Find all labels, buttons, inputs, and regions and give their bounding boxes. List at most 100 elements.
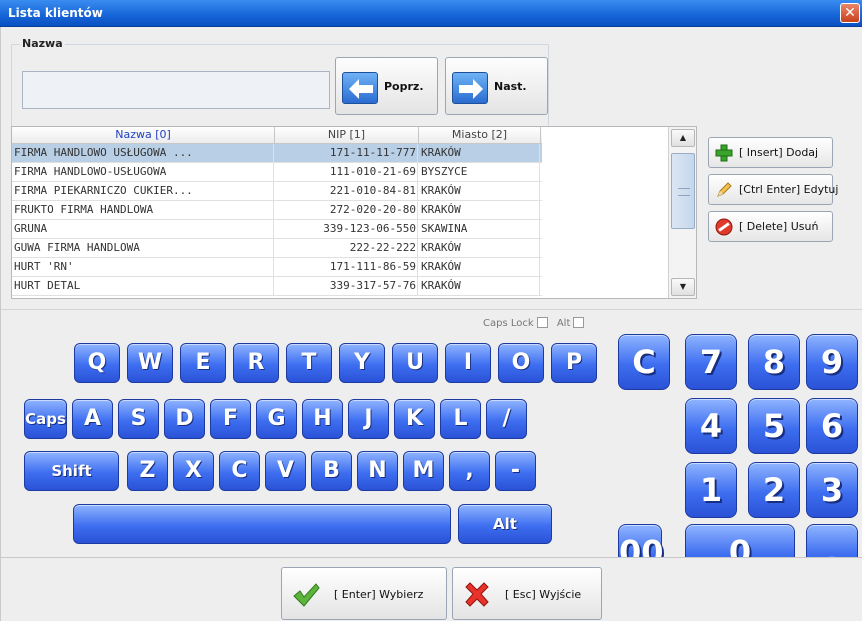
caps-lock-checkbox[interactable]: [536, 317, 548, 328]
select-button[interactable]: [ Enter] Wybierz: [281, 567, 447, 620]
onscreen-keyboard: Caps Lock Alt Q W E R T Y U I O P Caps A S D F G H J K L / Sh…: [1, 309, 862, 580]
key-alt[interactable]: Alt: [458, 504, 552, 544]
table-scrollbar[interactable]: ▲ ▼: [668, 127, 696, 298]
table-body: FIRMA HANDLOWO USŁUGOWA ... 171-11-11-777…: [12, 144, 542, 300]
city-cell: SKAWINA: [420, 220, 540, 239]
key-space[interactable]: [73, 504, 451, 544]
client-name-cell: FIRMA PIEKARNICZO CUKIER...: [14, 182, 274, 201]
numpad-key-3[interactable]: 3: [806, 462, 858, 518]
key-e[interactable]: E: [180, 343, 226, 383]
table-row[interactable]: FRUKTO FIRMA HANDLOWA 272-020-20-80 KRAKÓW: [12, 201, 542, 220]
arrow-left-icon: [342, 72, 378, 104]
scroll-thumb[interactable]: [671, 153, 695, 229]
numpad-key-7[interactable]: 7: [685, 334, 737, 390]
key-u[interactable]: U: [392, 343, 438, 383]
prev-label: Poprz.: [384, 80, 424, 93]
scroll-up-icon[interactable]: ▲: [671, 129, 695, 147]
col-header-city[interactable]: Miasto [2]: [419, 127, 541, 144]
client-list-window: Nazwa Poprz. Nast. Nazwa [0] NIP [1] Mia…: [0, 27, 862, 621]
table-row[interactable]: GRUNA 339-123-06-550 SKAWINA: [12, 220, 542, 239]
key-i[interactable]: I: [445, 343, 491, 383]
client-name-cell: HURT DETAL: [14, 277, 274, 296]
key-slash[interactable]: /: [486, 399, 527, 439]
alt-label: Alt: [556, 318, 571, 329]
key-j[interactable]: J: [348, 399, 389, 439]
client-name-cell: FIRMA HANDLOWO USŁUGOWA ...: [14, 144, 274, 163]
city-cell: KRAKÓW: [420, 182, 540, 201]
nip-cell: 339-123-06-550: [276, 220, 418, 239]
key-l[interactable]: L: [440, 399, 481, 439]
numpad-key-4[interactable]: 4: [685, 398, 737, 454]
nip-cell: 222-22-222: [276, 239, 418, 258]
key-p[interactable]: P: [551, 343, 597, 383]
nip-cell: 272-020-20-80: [276, 201, 418, 220]
city-cell: KRAKÓW: [420, 258, 540, 277]
key-m[interactable]: M: [403, 451, 444, 491]
key-y[interactable]: Y: [339, 343, 385, 383]
key-g[interactable]: G: [256, 399, 297, 439]
client-name-cell: GUWA FIRMA HANDLOWA: [14, 239, 274, 258]
key-shift[interactable]: Shift: [24, 451, 119, 491]
key-o[interactable]: O: [498, 343, 544, 383]
key-h[interactable]: H: [302, 399, 343, 439]
exit-label: [ Esc] Wyjście: [505, 588, 582, 601]
table-row[interactable]: FIRMA HANDLOWO-USŁUGOWA 111-010-21-69 BYSZ…: [12, 163, 542, 182]
key-b[interactable]: B: [311, 451, 352, 491]
key-q[interactable]: Q: [74, 343, 120, 383]
delete-label: [ Delete] Usuń: [739, 220, 819, 233]
key-z[interactable]: Z: [127, 451, 168, 491]
key-caps[interactable]: Caps: [24, 399, 67, 439]
client-name-cell: HURT 'RN': [14, 258, 274, 277]
numpad-key-2[interactable]: 2: [748, 462, 800, 518]
key-d[interactable]: D: [164, 399, 205, 439]
numpad-key-8[interactable]: 8: [748, 334, 800, 390]
key-minus[interactable]: -: [495, 451, 536, 491]
col-header-name[interactable]: Nazwa [0]: [12, 127, 275, 144]
table-row[interactable]: HURT DETAL 339-317-57-76 KRAKÓW: [12, 277, 542, 296]
delete-button[interactable]: [ Delete] Usuń: [708, 211, 833, 242]
red-x-icon: [465, 582, 489, 607]
key-x[interactable]: X: [173, 451, 214, 491]
numpad-key-6[interactable]: 6: [806, 398, 858, 454]
numpad-key-5[interactable]: 5: [748, 398, 800, 454]
edit-button[interactable]: [Ctrl Enter] Edytuj: [708, 174, 838, 205]
city-cell: KRAKÓW: [420, 277, 540, 296]
key-s[interactable]: S: [118, 399, 159, 439]
checkmark-icon: [293, 583, 320, 607]
nip-cell: 171-11-11-777: [276, 144, 418, 163]
modifier-checkboxes: Caps Lock Alt: [483, 317, 590, 329]
scroll-down-icon[interactable]: ▼: [671, 278, 695, 296]
city-cell: KRAKÓW: [420, 201, 540, 220]
insert-add-button[interactable]: [ Insert] Dodaj: [708, 137, 833, 168]
table-row[interactable]: FIRMA HANDLOWO USŁUGOWA ... 171-11-11-777…: [12, 144, 542, 163]
table-row[interactable]: HURT 'RN' 171-111-86-59 KRAKÓW: [12, 258, 542, 277]
table-row[interactable]: FIRMA PIEKARNICZO CUKIER... 221-010-84-81…: [12, 182, 542, 201]
client-name-cell: FIRMA HANDLOWO-USŁUGOWA: [14, 163, 274, 182]
next-label: Nast.: [494, 80, 527, 93]
key-c[interactable]: C: [219, 451, 260, 491]
key-v[interactable]: V: [265, 451, 306, 491]
key-w[interactable]: W: [127, 343, 173, 383]
close-icon[interactable]: ✕: [840, 3, 860, 23]
prev-button[interactable]: Poprz.: [335, 57, 438, 115]
col-header-nip[interactable]: NIP [1]: [275, 127, 419, 144]
next-button[interactable]: Nast.: [445, 57, 548, 115]
client-table: Nazwa [0] NIP [1] Miasto [2] FIRMA HANDL…: [11, 126, 697, 299]
numpad-key-9[interactable]: 9: [806, 334, 858, 390]
arrow-right-icon: [452, 72, 488, 104]
exit-button[interactable]: [ Esc] Wyjście: [452, 567, 602, 620]
key-comma[interactable]: ,: [449, 451, 490, 491]
numpad-key-1[interactable]: 1: [685, 462, 737, 518]
key-k[interactable]: K: [394, 399, 435, 439]
key-n[interactable]: N: [357, 451, 398, 491]
select-label: [ Enter] Wybierz: [334, 588, 424, 601]
key-r[interactable]: R: [233, 343, 279, 383]
table-row[interactable]: GUWA FIRMA HANDLOWA 222-22-222 KRAKÓW: [12, 239, 542, 258]
nip-cell: 111-010-21-69: [276, 163, 418, 182]
key-a[interactable]: A: [72, 399, 113, 439]
key-t[interactable]: T: [286, 343, 332, 383]
alt-checkbox[interactable]: [573, 317, 585, 328]
name-search-input[interactable]: [22, 71, 330, 109]
numpad-key-c[interactable]: C: [618, 334, 670, 390]
key-f[interactable]: F: [210, 399, 251, 439]
